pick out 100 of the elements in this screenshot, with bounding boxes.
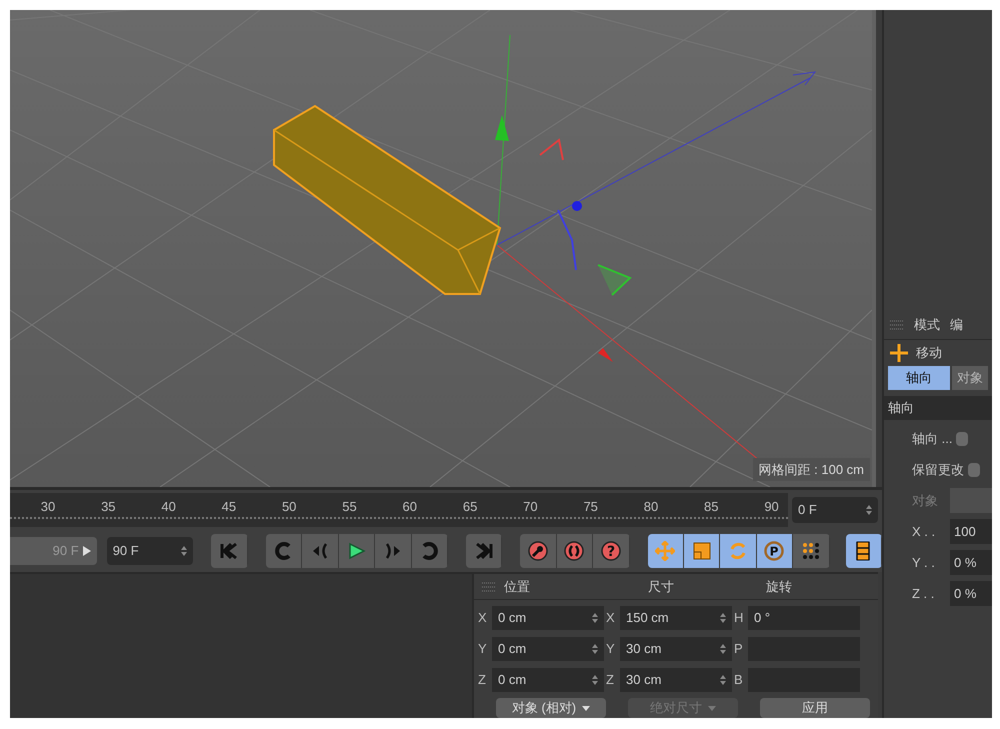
axis-label: X: [606, 609, 616, 628]
field-label: 保留更改: [912, 460, 964, 479]
rotate-button[interactable]: [720, 534, 757, 568]
frame-number: 75: [582, 498, 599, 516]
axis-label: Y: [606, 640, 616, 658]
move-icon: [655, 541, 676, 561]
field-label: 对象: [912, 492, 939, 510]
coordinate-field[interactable]: 0 °: [748, 606, 860, 630]
end-frame-field[interactable]: 90 F: [106, 537, 194, 565]
spinner-icon: [592, 613, 598, 623]
frame-value: 90 F: [112, 542, 139, 560]
timeline-ruler[interactable]: 30 35 40 45 50 55 60 65 70 75 80 85 90: [10, 493, 788, 527]
coordinate-field[interactable]: 30 cm: [620, 668, 732, 692]
dot-grid-icon: [800, 541, 821, 561]
circular-arrow-button[interactable]: [412, 534, 448, 568]
key-icon: [528, 541, 548, 561]
axis-label: Y: [478, 640, 488, 658]
current-frame-field[interactable]: 0 F: [792, 497, 878, 523]
frame-number: 30: [40, 498, 56, 516]
coordinate-field[interactable]: 0 cm: [492, 606, 604, 630]
frame-value: 0 F: [798, 501, 817, 520]
field-value: 30 cm: [626, 671, 662, 690]
coordinate-field[interactable]: 150 cm: [620, 606, 732, 630]
autokey-icon: [564, 541, 584, 561]
parameter-icon: P: [764, 541, 784, 561]
grip-icon: [890, 318, 904, 330]
previous-key-button[interactable]: [302, 534, 339, 568]
checkbox[interactable]: [956, 432, 968, 446]
spinner-icon: [720, 675, 726, 685]
go-to-start-icon: [219, 541, 240, 561]
play-button[interactable]: [338, 534, 376, 568]
input-field[interactable]: 100: [950, 519, 992, 544]
apply-button[interactable]: 应用: [760, 698, 870, 718]
grip-icon: [482, 580, 496, 592]
move-icon: [890, 344, 908, 362]
dropdown-button[interactable]: 对象 (相对): [496, 698, 606, 718]
tab[interactable]: 轴向: [888, 366, 950, 390]
grid-spacing-label: 网格间距 : 100 cm: [752, 458, 870, 481]
axis-label: Z: [606, 671, 615, 690]
frame-number: 60: [402, 498, 418, 516]
go-to-end-button[interactable]: [466, 534, 502, 568]
frame-value: 90 F: [52, 542, 79, 560]
frame-number: 40: [160, 498, 177, 516]
field-label: 轴向 ...: [912, 430, 952, 448]
field-label: Z . .: [912, 584, 936, 603]
frame-number: 45: [220, 498, 238, 516]
menu-item[interactable]: 编: [950, 314, 963, 334]
go-to-end-icon: [474, 541, 494, 561]
frame-number: 90: [763, 498, 780, 516]
field-value: 0 cm: [498, 609, 526, 628]
coordinate-field[interactable]: 0 cm: [492, 668, 604, 692]
field-value: 0 °: [754, 609, 770, 628]
help-button[interactable]: ?: [593, 534, 630, 568]
frame-number: 85: [703, 498, 720, 516]
go-to-start-button[interactable]: [211, 534, 248, 568]
spinner-icon: [592, 675, 598, 685]
section-header: 轴向: [884, 396, 992, 420]
axis-label: X: [478, 609, 488, 628]
next-key-button[interactable]: [375, 534, 412, 568]
column-header: 位置: [504, 578, 531, 596]
scale-button[interactable]: [684, 534, 720, 568]
spinner-icon: [592, 644, 598, 654]
frame-number: 35: [100, 498, 117, 516]
frame-number: 50: [280, 498, 298, 516]
tool-name: 移动: [916, 344, 942, 362]
axis-label: B: [734, 671, 744, 690]
help-icon: ?: [600, 541, 621, 561]
field-label: Y . .: [912, 554, 936, 572]
scale-icon: [692, 541, 712, 561]
film-strip-button[interactable]: [846, 534, 882, 568]
coordinate-field[interactable]: 30 cm: [620, 637, 732, 661]
spinner-icon: [181, 546, 188, 556]
key-button[interactable]: [520, 534, 557, 568]
dot-grid-button[interactable]: [793, 534, 830, 568]
field-value: 0 %: [954, 584, 976, 603]
autokey-button[interactable]: [556, 534, 594, 568]
frame-number: 80: [642, 498, 660, 516]
field-value: 0 cm: [498, 640, 526, 658]
circular-arrow-button[interactable]: [266, 534, 302, 568]
axis-label: P: [734, 640, 744, 658]
column-header: 尺寸: [647, 578, 675, 596]
input-field[interactable]: 0 %: [950, 581, 992, 606]
checkbox[interactable]: [968, 462, 980, 476]
menu-item[interactable]: 模式: [914, 314, 940, 334]
move-button[interactable]: [648, 534, 684, 568]
coordinate-field[interactable]: 0 cm: [492, 637, 604, 661]
field-value: 150 cm: [626, 609, 669, 628]
field-value: 0 cm: [498, 671, 526, 690]
rotate-icon: [728, 541, 748, 561]
field-label: X . .: [912, 522, 936, 541]
parameter-button[interactable]: P: [756, 534, 794, 568]
spinner-icon: [866, 505, 872, 515]
column-header: 旋转: [765, 578, 792, 596]
field-value: 100: [954, 522, 976, 541]
spinner-icon: [720, 644, 726, 654]
axis-label: Z: [478, 671, 487, 690]
frame-number: 55: [341, 498, 358, 516]
spinner-icon: [720, 613, 726, 623]
input-field[interactable]: 0 %: [950, 550, 992, 575]
frame-number: 70: [522, 498, 539, 516]
